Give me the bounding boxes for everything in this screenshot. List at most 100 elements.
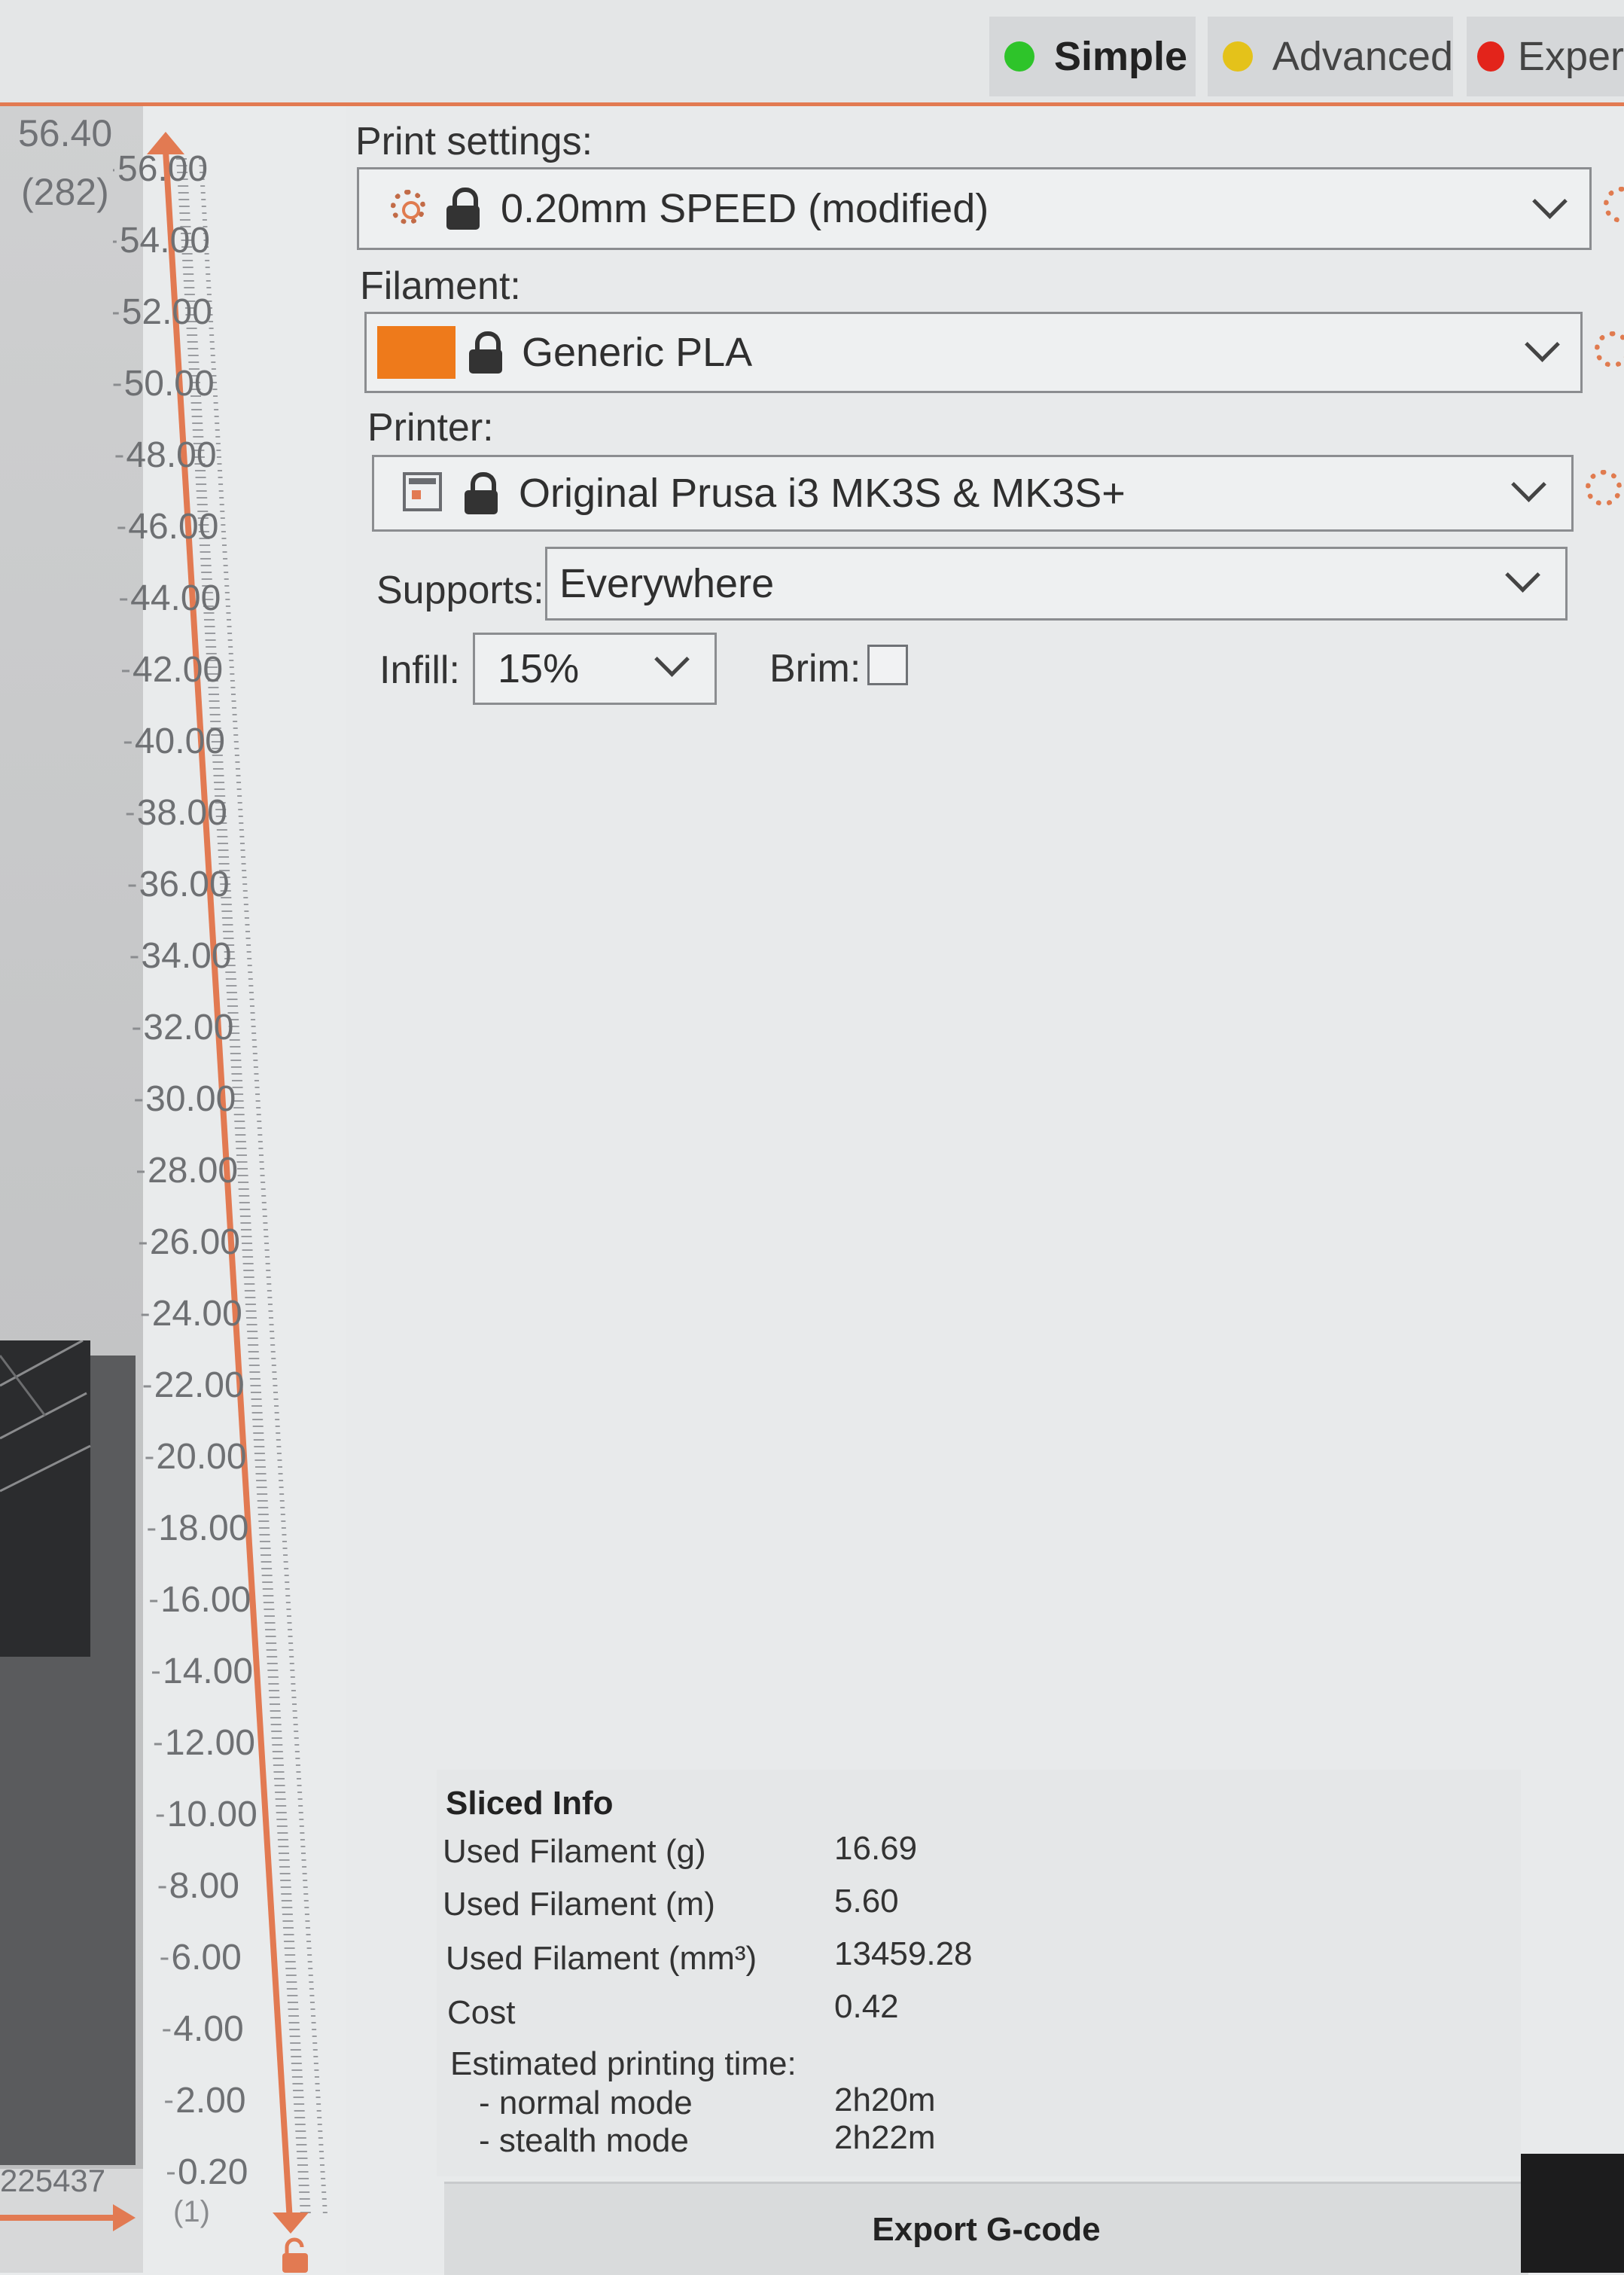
slider-ruler-mark xyxy=(191,416,203,417)
slider-ruler-mark xyxy=(285,1595,291,1596)
slider-ruler-mark xyxy=(224,592,230,593)
info-label: Used Filament (mm³) xyxy=(446,1940,757,1977)
slider-ruler-mark xyxy=(209,714,221,715)
slider-ruler-mark xyxy=(292,1703,297,1705)
supports-combo[interactable]: Everywhere xyxy=(545,547,1568,621)
lock-icon xyxy=(465,472,498,514)
slider-ruler-mark xyxy=(178,192,189,194)
slider-ruler-mark xyxy=(258,1520,270,1522)
slider-ruler-mark xyxy=(288,1629,293,1630)
slider-ruler-mark xyxy=(244,1290,255,1292)
tab-simple[interactable]: Simple xyxy=(989,17,1196,96)
printer-combo[interactable]: Original Prusa i3 MK3S & MK3S+ xyxy=(372,455,1574,532)
slider-ruler-mark xyxy=(214,416,219,417)
slider-ruler-mark xyxy=(254,1446,265,1447)
slider-ruler-mark xyxy=(297,2171,309,2173)
tab-advanced[interactable]: Advanced xyxy=(1208,17,1453,96)
slider-lower-thumb[interactable] xyxy=(273,2212,309,2234)
slider-ruler-mark xyxy=(274,1405,279,1407)
slider-ruler-mark xyxy=(289,1656,294,1657)
slider-ruler-mark xyxy=(280,1886,291,1888)
slider-ruler-mark xyxy=(315,2083,320,2084)
slider-ruler-mark xyxy=(263,1229,268,1231)
slider-ruler-mark xyxy=(276,1825,288,1827)
slider-ruler-mark xyxy=(264,1609,275,1610)
slider-ruler-mark xyxy=(292,2083,303,2084)
slider-ruler-mark xyxy=(306,1941,312,1942)
slider-ruler-mark xyxy=(220,511,225,512)
slider-ruler-mark xyxy=(276,1453,282,1454)
slider-tick-label: 50.00 xyxy=(124,364,215,404)
slider-ruler-mark xyxy=(215,422,220,424)
slider-ruler-mark xyxy=(245,938,251,939)
slider-ruler-mark xyxy=(240,1222,251,1224)
infill-combo[interactable]: 15% xyxy=(473,633,717,705)
slider-ruler-mark xyxy=(267,1663,278,1664)
print-settings-combo[interactable]: 0.20mm SPEED (modified) xyxy=(357,167,1592,250)
slider-ruler-mark xyxy=(320,2164,325,2166)
print-settings-label: Print settings: xyxy=(355,120,593,163)
slider-ruler-mark xyxy=(221,917,233,919)
slider-ruler-mark xyxy=(309,1988,314,1990)
slider-ruler-mark xyxy=(299,1819,304,1820)
slider-ruler-mark xyxy=(247,965,252,966)
slider-ruler-mark xyxy=(261,1575,273,1576)
slider-ruler-mark xyxy=(281,1900,292,1901)
slider-ruler-mark xyxy=(179,212,190,214)
slider-ruler-mark xyxy=(309,1981,314,1983)
slider-ruler-mark xyxy=(245,931,251,932)
info-value: 5.60 xyxy=(834,1883,899,1920)
lock-icon xyxy=(446,188,480,230)
slider-ruler-mark xyxy=(277,1466,282,1468)
slider-ruler-mark xyxy=(223,558,228,560)
slider-tick-label: 32.00 xyxy=(143,1008,233,1048)
slider-ruler-mark xyxy=(253,1439,264,1441)
slider-ruler-mark xyxy=(291,2076,303,2078)
tab-expert[interactable]: Exper xyxy=(1467,17,1624,96)
slider-ruler-mark xyxy=(279,1500,285,1502)
slider-ruler-mark xyxy=(234,755,239,756)
slider-ruler-mark xyxy=(280,1880,291,1881)
filament-color-swatch[interactable] xyxy=(377,326,456,379)
slider-ruler-mark xyxy=(238,1182,249,1183)
supports-value: Everywhere xyxy=(559,561,775,606)
slider-ruler-mark xyxy=(192,422,203,424)
slider-ruler-mark xyxy=(291,1683,296,1685)
horizontal-slider-track[interactable] xyxy=(0,2215,113,2221)
slider-ruler-mark xyxy=(197,497,208,499)
slider-ruler-mark xyxy=(233,727,238,729)
slider-ruler-mark xyxy=(259,1534,270,1535)
slider-ruler-mark xyxy=(267,1670,279,1671)
slider-ruler-mark xyxy=(205,639,216,641)
slider-ruler-mark xyxy=(242,877,247,878)
slider-ruler-mark xyxy=(294,1744,300,1746)
time-mode-value: 2h20m xyxy=(834,2081,936,2118)
bottom-layer-count: (1) xyxy=(173,2195,210,2228)
unlock-icon[interactable] xyxy=(282,2237,308,2273)
slider-ruler-mark xyxy=(263,1222,268,1224)
brim-checkbox[interactable] xyxy=(867,645,908,685)
slider-ruler-mark xyxy=(241,863,246,865)
slider-ruler-mark xyxy=(254,1459,266,1461)
slider-ruler-mark xyxy=(270,1351,276,1352)
slider-ruler-mark xyxy=(276,1812,287,1813)
slider-ruler-mark xyxy=(318,2130,323,2132)
slider-ruler-mark xyxy=(230,687,236,688)
slider-ruler-mark xyxy=(225,599,230,600)
slider-ruler-mark xyxy=(321,2185,326,2186)
slider-ruler-mark xyxy=(296,1771,301,1773)
slider-ruler-mark xyxy=(230,680,235,682)
slider-ruler-mark xyxy=(240,849,245,851)
slider-ruler-mark xyxy=(201,206,206,207)
slider-ruler-mark xyxy=(219,497,224,499)
slider-ruler-mark xyxy=(253,1432,264,1434)
layer-slider[interactable]: 56.00 54.00 52.00 50.00 48.00 46.00 44.00 42.00… xyxy=(113,120,354,2273)
slider-ruler-mark xyxy=(287,1622,292,1624)
printer-gear-icon[interactable] xyxy=(1586,470,1622,506)
slider-ruler-mark xyxy=(294,1737,299,1739)
filament-combo[interactable]: Generic PLA xyxy=(364,312,1583,393)
slider-ruler-mark xyxy=(298,1805,303,1807)
slider-ruler-mark xyxy=(239,1209,251,1210)
slider-ruler-mark xyxy=(259,1541,270,1542)
export-gcode-button[interactable]: Export G-code xyxy=(444,2182,1528,2275)
